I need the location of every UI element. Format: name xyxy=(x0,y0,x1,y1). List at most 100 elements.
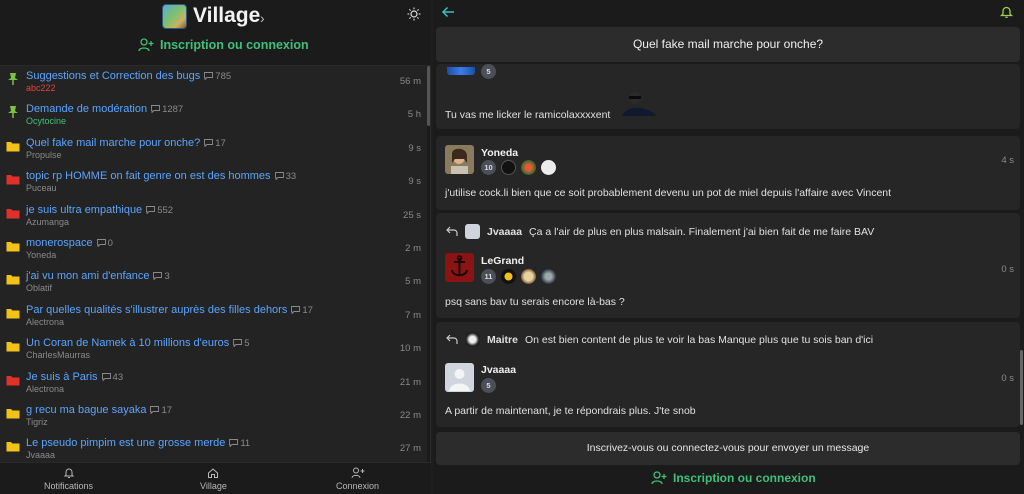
topic-author[interactable]: Alectrona xyxy=(26,317,64,327)
topic-title[interactable]: topic rp HOMME on fait genre on est des … xyxy=(26,170,296,182)
chevron-right-icon[interactable]: › xyxy=(260,10,265,26)
comment-count: 17 xyxy=(150,405,172,416)
comment-count: 33 xyxy=(274,171,297,183)
bell-icon[interactable] xyxy=(1000,5,1013,19)
topic-author[interactable]: Alectrona xyxy=(26,384,64,394)
comment-icon xyxy=(204,138,214,148)
comment-icon xyxy=(96,239,106,248)
quote-author[interactable]: Maitre xyxy=(487,334,518,346)
avatar[interactable] xyxy=(445,145,474,174)
topic-title[interactable]: j'ai vu mon ami d'enfance 3 xyxy=(26,270,170,282)
topic-title[interactable]: Je suis à Paris 43 xyxy=(26,371,123,383)
thread-scrollbar[interactable] xyxy=(1020,350,1023,425)
nav-notifications[interactable]: Notifications xyxy=(44,467,93,491)
topic-title[interactable]: Le pseudo pimpim est une grosse merde 11 xyxy=(26,437,250,449)
topic-author[interactable]: Azumanga xyxy=(26,217,69,227)
level-badge: 5 xyxy=(481,64,496,79)
village-logo xyxy=(162,4,187,29)
level-badge: 11 xyxy=(481,269,496,284)
comment-count-value: 33 xyxy=(285,171,297,183)
topic-title[interactable]: Un Coran de Namek à 10 millions d'euros 5 xyxy=(26,337,250,349)
topic-row[interactable]: j'ai vu mon ami d'enfance 3 Oblatif 5 m xyxy=(0,266,427,299)
comment-icon xyxy=(291,305,301,315)
topic-row[interactable]: Je suis à Paris 43 Alectrona 21 m xyxy=(0,367,427,400)
topic-row[interactable]: Demande de modération 1287 Ocytocine 5 h xyxy=(0,99,427,132)
comment-count: 17 xyxy=(291,305,313,316)
comment-count: 43 xyxy=(101,372,123,383)
message-time: 4 s xyxy=(1001,155,1014,166)
comment-count-value: 17 xyxy=(302,304,313,316)
add-user-icon xyxy=(138,38,154,52)
topic-author[interactable]: Jvaaaa xyxy=(26,450,55,460)
comment-icon xyxy=(229,439,239,448)
topic-row[interactable]: Par quelles qualités s'illustrer auprès … xyxy=(0,300,427,333)
author-name[interactable]: Jvaaaa xyxy=(481,364,516,376)
comment-count-value: 0 xyxy=(107,238,113,249)
comment-count-value: 3 xyxy=(164,271,170,283)
back-arrow-icon[interactable] xyxy=(441,5,455,19)
topic-title[interactable]: Suggestions et Correction des bugs 785 xyxy=(26,70,231,82)
topic-row[interactable]: monerospace 0 Yoneda 2 m xyxy=(0,233,427,266)
message: Maitre On est bien content de plus te vo… xyxy=(436,322,1020,427)
topic-author[interactable]: Ocytocine xyxy=(26,116,66,126)
comment-count-value: 552 xyxy=(157,204,174,216)
signup-prompt[interactable]: Inscrivez-vous ou connectez-vous pour en… xyxy=(436,432,1020,465)
author-name[interactable]: LeGrand xyxy=(481,255,524,267)
badge-icon xyxy=(541,269,556,284)
topic-author[interactable]: abc222 xyxy=(26,83,56,93)
topic-author[interactable]: Oblatif xyxy=(26,283,52,293)
avatar[interactable] xyxy=(445,363,474,392)
comment-count: 552 xyxy=(146,205,173,216)
topic-title[interactable]: Par quelles qualités s'illustrer auprès … xyxy=(26,304,313,316)
topic-author[interactable]: CharlesMaurras xyxy=(26,350,90,360)
topic-time: 9 s xyxy=(408,176,421,188)
forum-title[interactable]: Village xyxy=(193,4,260,28)
topic-title[interactable]: g recu ma bague sayaka 17 xyxy=(26,404,172,416)
message-time: 0 s xyxy=(1001,373,1014,384)
author-name[interactable]: Yoneda xyxy=(481,147,518,159)
topic-list-scrollbar[interactable] xyxy=(427,66,430,126)
bottom-nav: Notifications Village Connexion xyxy=(0,462,431,494)
thread-panel: Quel fake mail marche pour onche? 5 Tu v… xyxy=(433,0,1024,494)
forum-header: Village › Inscription ou connexion xyxy=(0,0,431,66)
topic-time: 10 m xyxy=(399,343,421,355)
topic-row[interactable]: Suggestions et Correction des bugs 785 abc… xyxy=(0,66,427,99)
avatar[interactable] xyxy=(445,253,474,282)
nav-village[interactable]: Village xyxy=(200,467,227,491)
topic-time: 5 m xyxy=(405,276,421,288)
message-text: psq sans bav tu serais encore là-bas ? xyxy=(445,296,625,308)
topic-row[interactable]: Le pseudo pimpim est une grosse merde 11 J… xyxy=(0,433,427,462)
topic-row[interactable]: g recu ma bague sayaka 17 Tigriz 22 m xyxy=(0,400,427,433)
topic-title[interactable]: monerospace 0 xyxy=(26,237,113,249)
topic-list: Suggestions et Correction des bugs 785 abc… xyxy=(0,66,427,462)
topic-row[interactable]: Quel fake mail marche pour onche? 17 Propu… xyxy=(0,133,427,166)
badge-row: 10 xyxy=(481,160,556,175)
topic-row[interactable]: topic rp HOMME on fait genre on est des … xyxy=(0,166,427,199)
sticker-image xyxy=(618,89,660,116)
topic-row[interactable]: Un Coran de Namek à 10 millions d'euros 5… xyxy=(0,333,427,366)
topic-row[interactable]: je suis ultra empathique 552 Azumanga 25 s xyxy=(0,200,427,233)
comment-icon xyxy=(153,272,163,281)
login-button-top[interactable]: Inscription ou connexion xyxy=(138,38,309,52)
sun-icon[interactable] xyxy=(407,7,421,21)
topic-title[interactable]: je suis ultra empathique 552 xyxy=(26,204,173,216)
nav-connexion[interactable]: Connexion xyxy=(336,467,379,491)
login-button-bottom[interactable]: Inscription ou connexion xyxy=(651,471,816,485)
message-text: A partir de maintenant, je te répondrais… xyxy=(445,405,696,417)
topic-list-panel: Village › Inscription ou connexion Sugge… xyxy=(0,0,431,494)
login-label: Inscription ou connexion xyxy=(160,38,309,52)
home-icon xyxy=(208,468,219,478)
topic-author[interactable]: Puceau xyxy=(26,183,57,193)
topic-title[interactable]: Quel fake mail marche pour onche? 17 xyxy=(26,137,226,149)
bell-icon xyxy=(63,468,74,478)
nav-village-label: Village xyxy=(200,481,227,491)
topic-author[interactable]: Yoneda xyxy=(26,250,56,260)
avatar xyxy=(465,332,480,347)
topic-author[interactable]: Tigriz xyxy=(26,417,48,427)
level-badge: 5 xyxy=(481,378,496,393)
topic-title[interactable]: Demande de modération 1287 xyxy=(26,103,183,115)
topic-time: 5 h xyxy=(407,109,421,121)
badge-icon xyxy=(501,269,516,284)
quote-author[interactable]: Jvaaaa xyxy=(487,226,522,238)
topic-author[interactable]: Propulse xyxy=(26,150,62,160)
